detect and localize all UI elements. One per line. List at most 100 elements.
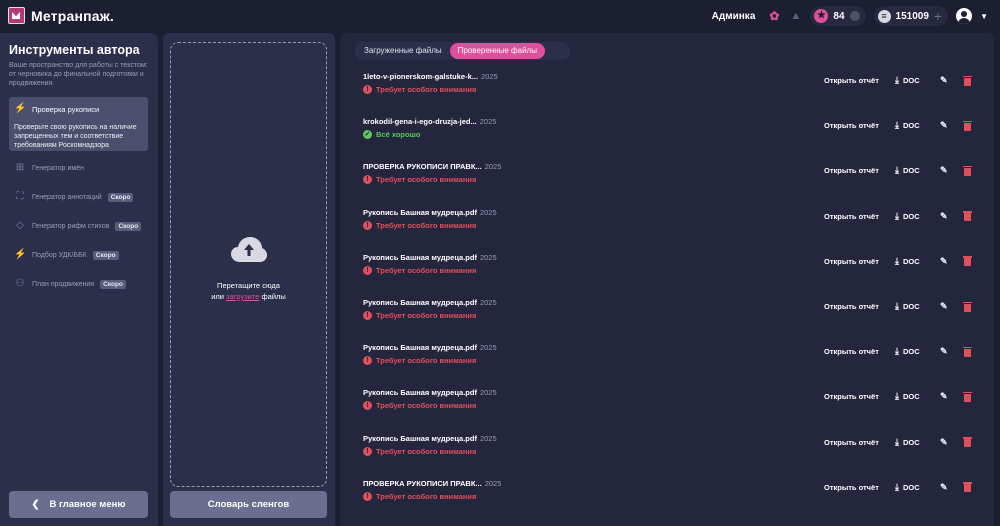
header-controls: Админка ✿ ▲ ★ 84 ≡ 151009 + ▼ [712, 6, 988, 26]
status-text: Требует особого внимания [376, 446, 477, 456]
trash-icon[interactable] [962, 301, 974, 312]
open-report-button[interactable]: Открыть отчёт [824, 438, 895, 447]
file-name-text: 1leto-v-pionerskom-galstuke-k... [363, 72, 479, 81]
download-doc-button[interactable]: ⤓ DOC [895, 482, 940, 493]
logo-icon [8, 7, 25, 24]
add-coins-icon[interactable]: + [934, 8, 942, 24]
sidebar-item-rhyme-generator[interactable]: ◇ Генератор рифм стихов Скоро [14, 220, 142, 232]
edit-icon[interactable]: ✎ [940, 437, 962, 448]
edit-icon[interactable]: ✎ [940, 482, 962, 493]
plus-square-icon: ⊞ [15, 162, 25, 173]
file-name-text: Рукопись Башная мудреца.pdf [363, 298, 477, 307]
stars-counter[interactable]: ★ 84 [810, 6, 866, 26]
download-doc-button[interactable]: ⤓ DOC [895, 165, 940, 176]
file-name[interactable]: Рукопись Башная мудреца.pdf 2025 [363, 434, 497, 443]
edit-icon[interactable]: ✎ [940, 211, 962, 222]
chevron-down-icon[interactable]: ▼ [980, 12, 988, 21]
file-row: Рукопись Башная мудреца.pdf 2025! Требует … [340, 343, 994, 383]
open-report-button[interactable]: Открыть отчёт [824, 347, 895, 356]
sidebar-item-annotation-generator[interactable]: ⛶ Генератор аннотаций Скоро [14, 191, 134, 203]
open-report-button[interactable]: Открыть отчёт [824, 483, 895, 492]
edit-icon[interactable]: ✎ [940, 391, 962, 402]
trash-icon[interactable] [962, 75, 974, 86]
dropzone-text: Перетащите сюда или загрузите файлы [171, 280, 326, 302]
alert-circle-icon: ! [363, 220, 372, 230]
download-doc-button[interactable]: ⤓ DOC [895, 391, 940, 402]
user-name[interactable]: Админка [712, 11, 756, 22]
tab-checked-files[interactable]: Проверенные файлы [449, 43, 545, 59]
trash-icon[interactable] [962, 211, 974, 222]
avatar[interactable] [956, 8, 973, 24]
file-name[interactable]: Рукопись Башная мудреца.pdf 2025 [363, 298, 497, 307]
trash-icon[interactable] [962, 391, 974, 402]
edit-icon[interactable]: ✎ [940, 75, 962, 86]
trash-icon[interactable] [962, 165, 974, 176]
open-report-button[interactable]: Открыть отчёт [824, 121, 895, 130]
edit-icon[interactable]: ✎ [940, 165, 962, 176]
sidebar-item-name-generator[interactable]: ⊞ Генератор имён [14, 162, 84, 174]
sidebar-item-label: Генератор рифм стихов [32, 222, 110, 230]
download-doc-button[interactable]: ⤓ DOC [895, 437, 940, 448]
file-name[interactable]: Рукопись Башная мудреца.pdf 2025 [363, 343, 497, 352]
trash-icon[interactable] [962, 256, 974, 267]
open-report-button[interactable]: Открыть отчёт [824, 392, 895, 401]
dropzone-line1: Перетащите сюда [217, 281, 280, 290]
sidebar-title: Инструменты автора [9, 43, 140, 57]
trash-icon[interactable] [962, 482, 974, 493]
file-name-text: Рукопись Башная мудреца.pdf [363, 207, 477, 217]
status-badge: ! Требует особого внимания [363, 311, 476, 320]
sidebar-item-promotion-plan[interactable]: ⚇ План продвижения Скоро [14, 278, 126, 290]
dropzone-files: файлы [261, 292, 286, 301]
trash-icon[interactable] [962, 120, 974, 131]
file-name[interactable]: krokodil-gena-i-ego-druzja-jed... 2025 [363, 117, 496, 126]
download-doc-button[interactable]: ⤓ DOC [895, 120, 940, 131]
file-name[interactable]: ПРОВЕРКА РУКОПИСИ ПРАВК... 2025 [363, 162, 501, 171]
info-icon[interactable] [849, 11, 860, 21]
edit-icon[interactable]: ✎ [940, 120, 962, 131]
open-report-button[interactable]: Открыть отчёт [824, 257, 895, 266]
open-report-button[interactable]: Открыть отчёт [824, 76, 895, 85]
sidebar-item-manuscript-check[interactable]: ⚡ Проверка рукописи Проверьте свою рукоп… [9, 97, 148, 151]
download-doc-button[interactable]: ⤓ DOC [895, 211, 940, 222]
back-to-menu-button[interactable]: ❮ В главное меню [9, 491, 148, 518]
download-doc-button[interactable]: ⤓ DOC [895, 256, 940, 267]
bell-icon[interactable]: ▲ [790, 10, 802, 22]
trash-icon[interactable] [962, 346, 974, 357]
file-name[interactable]: ПРОВЕРКА РУКОПИСИ ПРАВК... 2025 [363, 479, 501, 488]
download-doc-button[interactable]: ⤓ DOC [895, 75, 940, 86]
file-row: Рукопись Башная мудреца.pdf 2025 ! Требует … [340, 208, 994, 248]
gift-icon[interactable]: ✿ [769, 9, 782, 23]
download-doc-button[interactable]: ⤓ DOC [895, 301, 940, 312]
tab-uploaded-files[interactable]: Загруженные файлы [356, 43, 450, 59]
file-name[interactable]: Рукопись Башная мудреца.pdf 2025 [363, 208, 497, 217]
edit-icon[interactable]: ✎ [940, 301, 962, 312]
file-dropzone[interactable]: Перетащите сюда или загрузите файлы [170, 42, 327, 487]
download-doc-button[interactable]: ⤓ DOC [895, 346, 940, 357]
open-report-button[interactable]: Открыть отчёт [824, 166, 895, 175]
status-text: Требует особого внимания [376, 491, 477, 501]
dropzone-or: или [211, 292, 224, 301]
stars-value: 84 [833, 10, 845, 22]
edit-icon[interactable]: ✎ [940, 256, 962, 267]
file-name[interactable]: Рукопись Башная мудреца.pdf 2025 [363, 253, 497, 262]
file-name[interactable]: Рукопись Башная мудреца.pdf 2025 [363, 388, 497, 397]
file-name[interactable]: 1leto-v-pionerskom-galstuke-k... 2025 [363, 72, 498, 81]
doc-label: DOC [902, 256, 920, 266]
status-badge: ! Требует особого внимания [363, 175, 476, 185]
sidebar-item-udk-bbk[interactable]: ⚡ Подбор УДК/ББК Скоро [14, 249, 119, 261]
trash-icon[interactable] [962, 437, 974, 448]
status-badge: ! Требует особого внимания [363, 85, 476, 94]
open-report-button[interactable]: Открыть отчёт [824, 302, 895, 311]
row-actions: Открыть отчёт ⤓ DOC ✎ [824, 482, 974, 493]
logo[interactable]: Метранпаж. [8, 7, 114, 24]
alert-circle-icon: ! [363, 175, 372, 185]
upload-link[interactable]: загрузите [226, 292, 259, 301]
row-actions: Открыть отчёт ⤓ DOC ✎ [824, 256, 974, 267]
soon-badge: Скоро [100, 279, 126, 289]
slang-dictionary-button[interactable]: Словарь сленгов [170, 491, 327, 518]
file-row: krokodil-gena-i-ego-druzja-jed... 2025 ✓ Вс… [340, 117, 994, 157]
status-badge: ! Требует особого внимания [363, 220, 476, 230]
edit-icon[interactable]: ✎ [940, 346, 962, 357]
file-row: Рукопись Башная мудреца.pdf 2025! Требует … [340, 253, 994, 293]
open-report-button[interactable]: Открыть отчёт [824, 212, 895, 221]
